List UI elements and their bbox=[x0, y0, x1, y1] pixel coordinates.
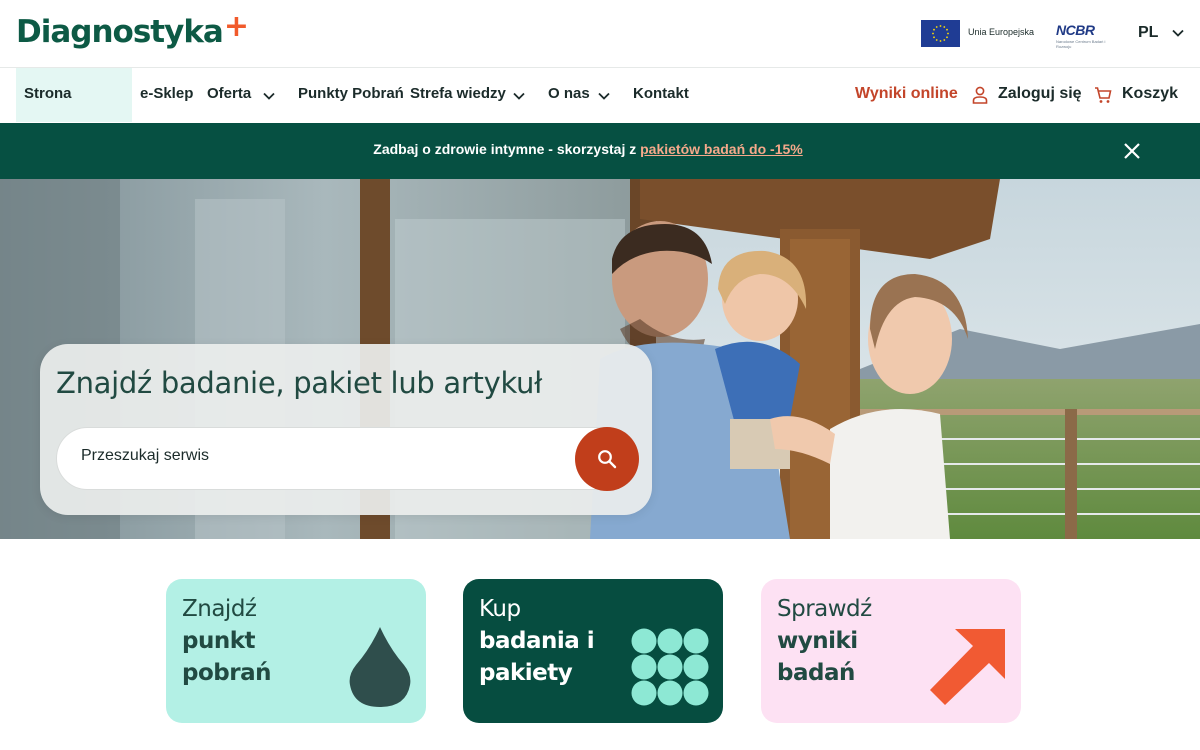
search-card: Znajdź badanie, pakiet lub artykuł bbox=[40, 344, 652, 515]
promo-link[interactable]: pakietów badań do -15% bbox=[640, 141, 803, 157]
tile-line: badań bbox=[777, 660, 855, 686]
search-icon bbox=[598, 450, 617, 469]
search-input[interactable] bbox=[81, 447, 551, 465]
tile-line: badania i bbox=[479, 628, 595, 654]
nav-item-knowledge[interactable]: Strefa wiedzy bbox=[410, 68, 506, 122]
top-header: Diagnostyka+ Unia Europejska NCBR Narodo… bbox=[0, 0, 1200, 68]
drop-icon bbox=[349, 627, 411, 707]
tile-find-point[interactable]: Znajdź punkt pobrań bbox=[166, 579, 426, 723]
tile-buy-tests[interactable]: Kup badania i pakiety bbox=[463, 579, 723, 723]
nav-item-about[interactable]: O nas bbox=[548, 68, 590, 122]
tile-line: pobrań bbox=[182, 660, 271, 686]
tile-text: Znajdź punkt pobrań bbox=[182, 593, 271, 689]
language-selector[interactable]: PL bbox=[1138, 24, 1158, 42]
user-icon[interactable] bbox=[972, 86, 988, 104]
arrow-up-right-icon bbox=[930, 629, 1005, 705]
tile-text: Sprawdź wyniki badań bbox=[777, 593, 872, 689]
logo[interactable]: Diagnostyka+ bbox=[16, 9, 249, 50]
search-button[interactable] bbox=[575, 427, 639, 491]
ncbr-label: NCBR bbox=[1056, 22, 1095, 38]
eu-label: Unia Europejska bbox=[968, 27, 1035, 37]
results-online-link[interactable]: Wyniki online bbox=[855, 68, 958, 122]
chevron-down-icon[interactable] bbox=[262, 89, 276, 103]
logo-text: Diagnostyka bbox=[16, 14, 224, 50]
tile-line: pakiety bbox=[479, 660, 573, 686]
promo-message: Zadbaj o zdrowie intymne - skorzystaj z … bbox=[0, 141, 1176, 157]
tile-line: wyniki bbox=[777, 628, 858, 654]
ncbr-sub-label: Narodowe Centrum Badań i Rozwoju bbox=[1056, 39, 1106, 49]
main-nav: Strona Główna e-Sklep Oferta Punkty Pobr… bbox=[0, 68, 1200, 154]
cart-icon[interactable] bbox=[1094, 86, 1112, 104]
eu-flag-icon bbox=[921, 20, 960, 47]
nav-item-collection-points[interactable]: Punkty Pobrań bbox=[298, 68, 404, 122]
promo-banner: Zadbaj o zdrowie intymne - skorzystaj z … bbox=[0, 123, 1200, 179]
nav-item-offer[interactable]: Oferta bbox=[207, 68, 251, 122]
promo-text: Zadbaj o zdrowie intymne - skorzystaj z bbox=[373, 141, 641, 157]
nav-item-eshop[interactable]: e-Sklep bbox=[140, 68, 193, 122]
hero-section: Znajdź badanie, pakiet lub artykuł bbox=[0, 179, 1200, 539]
cart-link[interactable]: Koszyk bbox=[1122, 68, 1178, 122]
tile-line: Kup bbox=[479, 596, 521, 622]
login-link[interactable]: Zaloguj się bbox=[998, 68, 1082, 122]
nav-item-contact[interactable]: Kontakt bbox=[633, 68, 689, 122]
search-title: Znajdź badanie, pakiet lub artykuł bbox=[56, 366, 543, 400]
tile-line: Znajdź bbox=[182, 596, 257, 622]
search-box[interactable] bbox=[56, 427, 638, 490]
chevron-down-icon[interactable] bbox=[512, 89, 526, 103]
chevron-down-icon[interactable] bbox=[597, 89, 611, 103]
tile-line: punkt bbox=[182, 628, 256, 654]
close-icon[interactable] bbox=[1123, 142, 1141, 160]
tile-check-results[interactable]: Sprawdź wyniki badań bbox=[761, 579, 1021, 723]
ncbr-logo: NCBR Narodowe Centrum Badań i Rozwoju bbox=[1056, 22, 1120, 49]
tile-text: Kup badania i pakiety bbox=[479, 593, 595, 689]
tile-line: Sprawdź bbox=[777, 596, 872, 622]
logo-plus: + bbox=[223, 9, 249, 44]
chevron-down-icon[interactable] bbox=[1171, 26, 1185, 40]
nav-item-home[interactable]: Strona Główna bbox=[16, 68, 132, 154]
dots-grid-icon bbox=[631, 628, 709, 706]
